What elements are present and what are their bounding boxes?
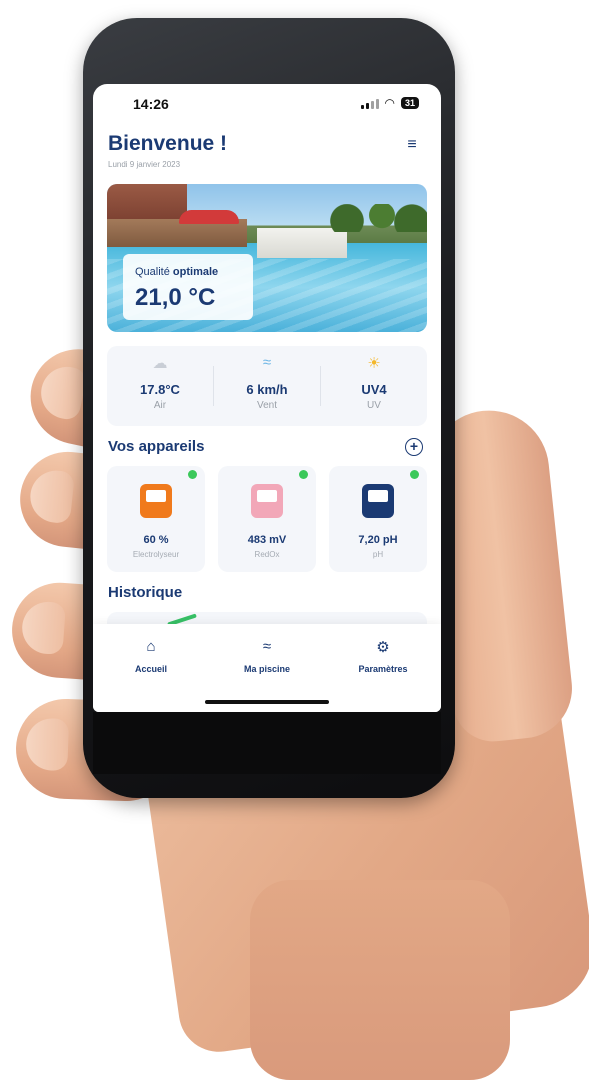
- electrolyser-icon: [140, 484, 172, 518]
- water-quality-card[interactable]: Qualité optimale 21,0 °C: [123, 254, 253, 320]
- device-value: 483 mV: [247, 534, 287, 546]
- wifi-icon: ◠: [384, 96, 395, 110]
- device-label: RedOx: [254, 550, 280, 559]
- home-icon: ⌂: [146, 638, 156, 655]
- weather-card: ☁ 17.8°C Air ≈ 6 km/h Vent ☀ UV4 UV: [107, 346, 427, 426]
- status-dot: [410, 470, 419, 479]
- nav-accueil[interactable]: ⌂ Accueil: [93, 624, 209, 684]
- settings-gear-icon: ⚙: [376, 639, 390, 656]
- quality-label: Qualité optimale: [135, 266, 218, 278]
- pool-hero-image: Qualité optimale 21,0 °C: [107, 184, 427, 332]
- redox-icon: [251, 484, 283, 518]
- quality-prefix: Qualité: [135, 266, 170, 278]
- history-section-title: Historique: [108, 584, 183, 601]
- weather-label: UV: [367, 400, 381, 411]
- weather-value: 6 km/h: [246, 382, 288, 397]
- device-label: pH: [372, 550, 384, 559]
- status-icons: ◠ 31: [360, 96, 419, 110]
- page-date: Lundi 9 janvier 2023: [108, 160, 181, 169]
- bottom-navigation: ⌂ Accueil ≈ Ma piscine ⚙ Paramètres: [93, 624, 441, 712]
- ph-sensor-icon: [362, 484, 394, 518]
- fingernail: [20, 600, 66, 655]
- weather-air: ☁ 17.8°C Air: [107, 346, 213, 426]
- fingernail: [27, 468, 76, 525]
- battery-icon: 31: [400, 97, 419, 109]
- pool-icon: ≈: [262, 638, 272, 655]
- status-dot: [188, 470, 197, 479]
- nav-parametres[interactable]: ⚙ Paramètres: [325, 624, 441, 684]
- wind-icon: ≈: [262, 354, 272, 371]
- hero-trees: [327, 204, 427, 232]
- fingernail: [25, 717, 70, 772]
- device-card-ph[interactable]: 7,20 pH pH: [329, 466, 427, 572]
- device-value: 7,20 pH: [358, 534, 398, 546]
- weather-wind: ≈ 6 km/h Vent: [214, 346, 320, 426]
- weather-value: UV4: [361, 382, 387, 397]
- device-label: Electrolyseur: [132, 550, 180, 559]
- signal-icon: [360, 98, 379, 109]
- device-card-electrolyseur[interactable]: 60 % Electrolyseur: [107, 466, 205, 572]
- device-card-redox[interactable]: 483 mV RedOx: [218, 466, 316, 572]
- weather-label: Vent: [256, 400, 278, 411]
- fingernail: [36, 362, 89, 422]
- page-title: Bienvenue !: [108, 132, 228, 155]
- nav-label: Ma piscine: [243, 664, 290, 674]
- nav-label: Paramètres: [358, 664, 408, 674]
- weather-value: 17.8°C: [140, 382, 180, 397]
- hero-house: [107, 184, 187, 224]
- remote-control-icon[interactable]: ≡: [401, 134, 423, 156]
- status-dot: [299, 470, 308, 479]
- devices-section-title: Vos appareils: [108, 438, 205, 455]
- weather-label: Air: [153, 400, 167, 411]
- nav-label: Accueil: [134, 664, 167, 674]
- sun-icon: ☀: [367, 355, 381, 372]
- status-time: 14:26: [133, 96, 169, 112]
- weather-uv: ☀ UV4 UV: [321, 346, 427, 426]
- hand-wrist: [250, 880, 510, 1080]
- water-temperature: 21,0 °C: [135, 284, 216, 311]
- cloud-icon: ☁: [152, 355, 168, 372]
- home-indicator[interactable]: [205, 700, 329, 704]
- quality-state: optimale: [172, 266, 219, 278]
- phone-bezel: [93, 712, 441, 774]
- add-device-button[interactable]: +: [405, 438, 423, 456]
- hero-umbrella: [179, 210, 239, 224]
- hero-cabana: [257, 228, 347, 258]
- device-value: 60 %: [143, 534, 169, 546]
- phone-screen: 14:26 ◠ 31 Bienvenue ! Lundi 9 janvier 2…: [93, 84, 441, 712]
- nav-ma-piscine[interactable]: ≈ Ma piscine: [209, 624, 325, 684]
